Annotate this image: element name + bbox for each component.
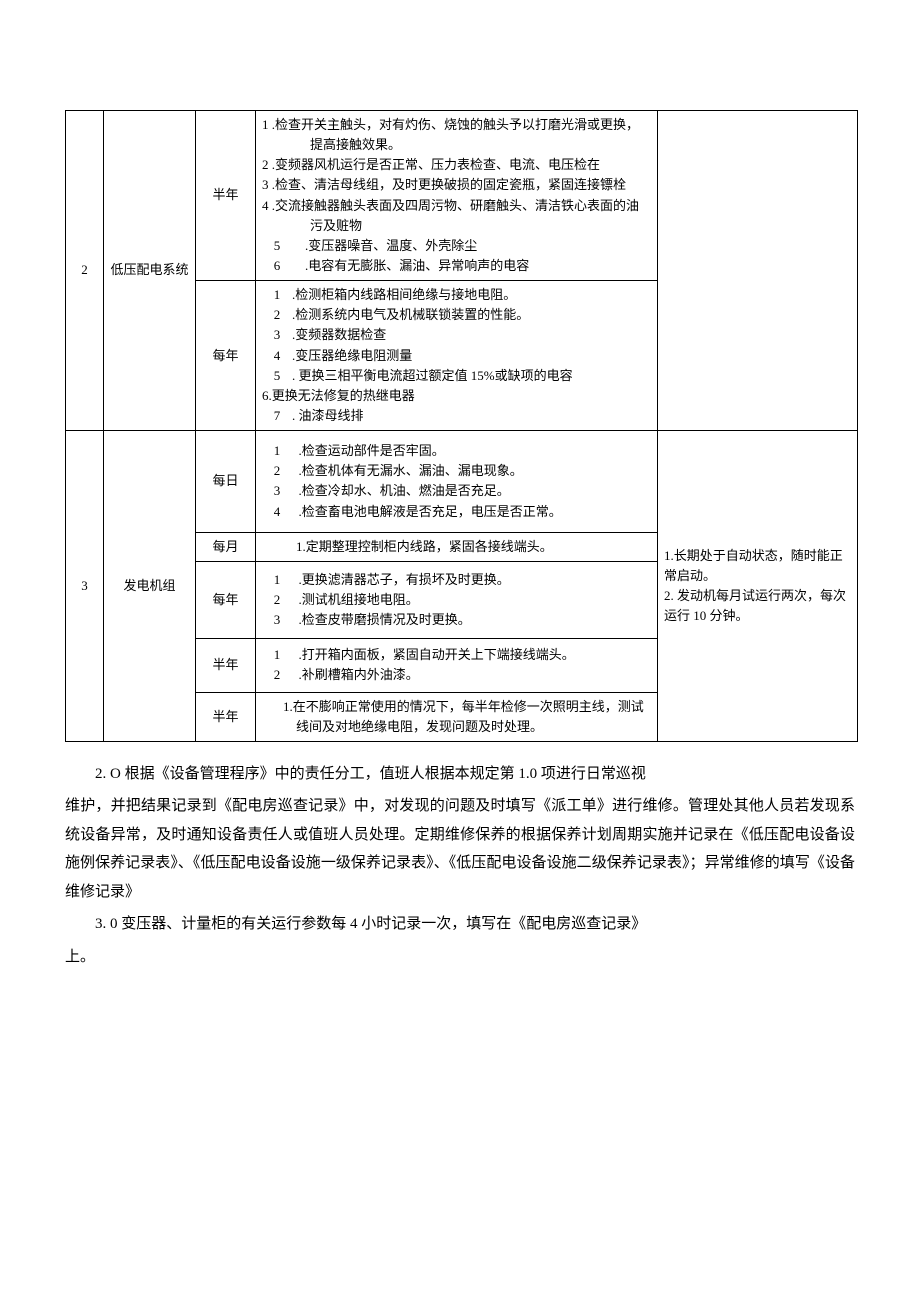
- text: .检测柜箱内线路相间绝缘与接地电阻。: [292, 287, 516, 302]
- cell-seq: 3: [66, 431, 104, 742]
- list-item: 4 .交流接触器触头表面及四周污物、研磨触头、清洁铁心表面的油污及赃物: [262, 196, 651, 236]
- list-item: 1.在不膨响正常使用的情况下，每半年检修一次照明主线，测试线间及对地绝缘电阻，发…: [283, 699, 644, 734]
- text: .检查机体有无漏水、漏油、漏电现象。: [299, 463, 523, 478]
- text: .变频器数据检查: [292, 327, 386, 342]
- text: .打开箱内面板，紧固自动开关上下端接线端头。: [299, 647, 575, 662]
- list-item: 2 .补刷槽箱内外油漆。: [262, 665, 651, 685]
- num: 1: [262, 441, 292, 461]
- body-paragraph: 维护，并把结果记录到《配电房巡查记录》中，对发现的问题及时填写《派工单》进行维修…: [65, 792, 855, 910]
- text: .补刷槽箱内外油漆。: [299, 667, 419, 682]
- cell-frequency: 半年: [196, 111, 256, 281]
- list-item: 4.变压器绝缘电阻测量: [262, 346, 651, 366]
- text: .检测系统内电气及机械联锁装置的性能。: [292, 307, 529, 322]
- maintenance-table: 2 低压配电系统 半年 1 .检查开关主触头，对有灼伤、烧蚀的触头予以打磨光滑或…: [65, 110, 858, 742]
- cell-seq: 2: [66, 111, 104, 431]
- text: .变压器绝缘电阻测量: [292, 348, 412, 363]
- list-item: 2 .变频器风机运行是否正常、压力表检查、电流、电压检在: [262, 155, 651, 175]
- cell-frequency: 每月: [196, 532, 256, 561]
- list-item: 6 .电容有无膨胀、漏油、异常响声的电容: [262, 256, 651, 276]
- text: .测试机组接地电阻。: [299, 592, 419, 607]
- list-item: 5 .变压器噪音、温度、外壳除尘: [262, 236, 651, 256]
- table-row: 3 发电机组 每日 1 .检查运动部件是否牢固。 2 .检查机体有无漏水、漏油、…: [66, 431, 858, 533]
- cell-frequency: 半年: [196, 692, 256, 741]
- text: .检查畜电池电解液是否充足，电压是否正常。: [299, 504, 562, 519]
- list-item: 3 .检查、清洁母线组，及时更换破损的固定瓷瓶，紧固连接镖栓: [262, 175, 651, 195]
- text: .检查皮带磨损情况及时更换。: [299, 612, 471, 627]
- num: 7: [262, 406, 292, 426]
- text: .更换滤清器芯子，有损坏及时更换。: [299, 572, 510, 587]
- list-item: 7. 油漆母线排: [262, 406, 651, 426]
- table-row: 2 低压配电系统 半年 1 .检查开关主触头，对有灼伤、烧蚀的触头予以打磨光滑或…: [66, 111, 858, 281]
- document-page: 2 低压配电系统 半年 1 .检查开关主触头，对有灼伤、烧蚀的触头予以打磨光滑或…: [0, 0, 920, 1035]
- num: 6: [262, 256, 292, 276]
- num: 4: [262, 502, 292, 522]
- cell-content: 1.在不膨响正常使用的情况下，每半年检修一次照明主线，测试线间及对地绝缘电阻，发…: [256, 692, 658, 741]
- cell-content: 1 .更换滤清器芯子，有损坏及时更换。 2 .测试机组接地电阻。 3 .检查皮带…: [256, 561, 658, 638]
- num: 1: [262, 285, 292, 305]
- list-item: 2 .测试机组接地电阻。: [262, 590, 651, 610]
- cell-content: 1 .检查开关主触头，对有灼伤、烧蚀的触头予以打磨光滑或更换，提高接触效果。 2…: [256, 111, 658, 281]
- cell-notes: 1.长期处于自动状态，随时能正常启动。 2. 发动机每月试运行两次，每次运行 1…: [658, 431, 858, 742]
- num: 3: [262, 325, 292, 345]
- list-item: 1 .检查开关主触头，对有灼伤、烧蚀的触头予以打磨光滑或更换，提高接触效果。: [262, 115, 651, 155]
- num: 2: [262, 305, 292, 325]
- cell-content: 1.定期整理控制柜内线路，紧固各接线端头。: [256, 532, 658, 561]
- text: .电容有无膨胀、漏油、异常响声的电容: [305, 258, 529, 273]
- text: .检查运动部件是否牢固。: [299, 443, 445, 458]
- list-item: 5. 更换三相平衡电流超过额定值 15%或缺项的电容: [262, 366, 651, 386]
- num: 3: [262, 610, 292, 630]
- cell-notes: [658, 111, 858, 431]
- list-item: 1 .检查运动部件是否牢固。: [262, 441, 651, 461]
- list-item: 1 .更换滤清器芯子，有损坏及时更换。: [262, 570, 651, 590]
- list-item: 1 .打开箱内面板，紧固自动开关上下端接线端头。: [262, 645, 651, 665]
- num: 3: [262, 481, 292, 501]
- list-item: 4 .检查畜电池电解液是否充足，电压是否正常。: [262, 502, 651, 522]
- cell-frequency: 半年: [196, 639, 256, 692]
- num: 5: [262, 366, 292, 386]
- num: 5: [262, 236, 292, 256]
- list-item: 3 .检查冷却水、机油、燃油是否充足。: [262, 481, 651, 501]
- list-item: 3.变频器数据检查: [262, 325, 651, 345]
- cell-frequency: 每年: [196, 281, 256, 431]
- body-paragraph: 上。: [65, 943, 855, 976]
- text: . 油漆母线排: [292, 408, 364, 423]
- num: 1: [262, 645, 292, 665]
- body-paragraph: 3. 0 变压器、计量柜的有关运行参数每 4 小时记录一次，填写在《配电房巡查记…: [65, 910, 855, 943]
- num: 2: [262, 590, 292, 610]
- cell-frequency: 每日: [196, 431, 256, 533]
- cell-system: 发电机组: [104, 431, 196, 742]
- num: 2: [262, 665, 292, 685]
- list-item: 6.更换无法修复的热继电器: [262, 386, 651, 406]
- list-item: 3 .检查皮带磨损情况及时更换。: [262, 610, 651, 630]
- cell-frequency: 每年: [196, 561, 256, 638]
- num: 1: [262, 570, 292, 590]
- cell-content: 1.检测柜箱内线路相间绝缘与接地电阻。 2.检测系统内电气及机械联锁装置的性能。…: [256, 281, 658, 431]
- text: . 更换三相平衡电流超过额定值 15%或缺项的电容: [292, 368, 573, 383]
- body-paragraph: 2. O 根据《设备管理程序》中的责任分工，值班人根据本规定第 1.0 项进行日…: [65, 760, 855, 793]
- list-item: 2 .检查机体有无漏水、漏油、漏电现象。: [262, 461, 651, 481]
- num: 4: [262, 346, 292, 366]
- text: .变压器噪音、温度、外壳除尘: [305, 238, 477, 253]
- cell-system: 低压配电系统: [104, 111, 196, 431]
- cell-content: 1 .打开箱内面板，紧固自动开关上下端接线端头。 2 .补刷槽箱内外油漆。: [256, 639, 658, 692]
- text: .检查冷却水、机油、燃油是否充足。: [299, 483, 510, 498]
- list-item: 1.检测柜箱内线路相间绝缘与接地电阻。: [262, 285, 651, 305]
- num: 2: [262, 461, 292, 481]
- list-item: 2.检测系统内电气及机械联锁装置的性能。: [262, 305, 651, 325]
- cell-content: 1 .检查运动部件是否牢固。 2 .检查机体有无漏水、漏油、漏电现象。 3 .检…: [256, 431, 658, 533]
